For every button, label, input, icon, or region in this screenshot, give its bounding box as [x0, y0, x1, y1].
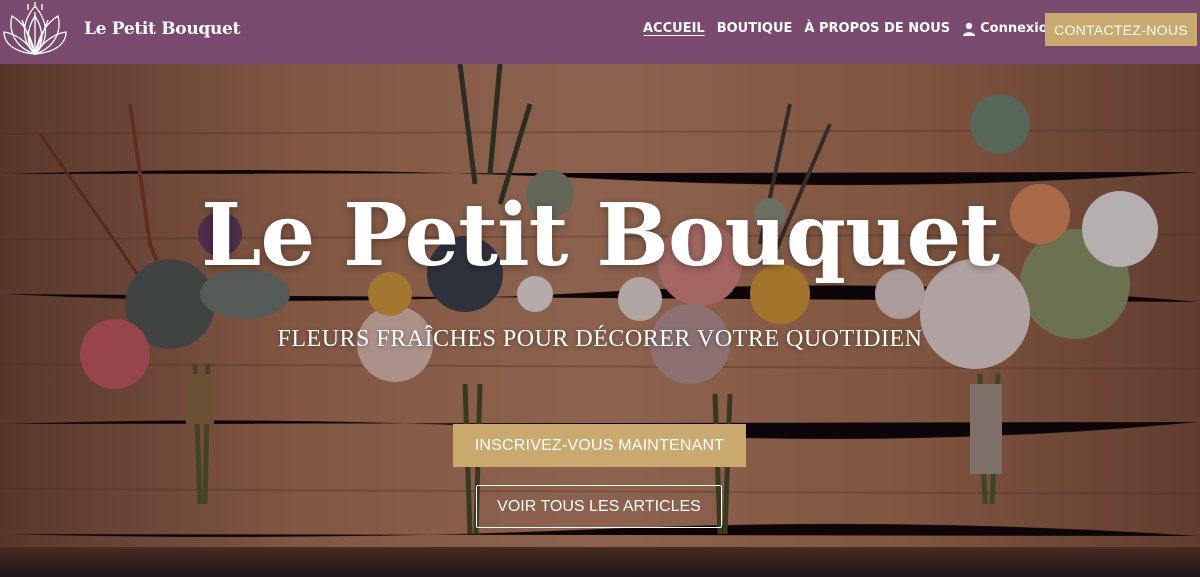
hero-subtitle: FLEURS FRAÎCHES POUR DÉCORER VOTRE QUOTI… [277, 326, 923, 352]
lotus-logo-icon[interactable] [2, 2, 68, 58]
nav-link-about[interactable]: À PROPOS DE NOUS [804, 21, 950, 36]
hero-section: Le Petit Bouquet FLEURS FRAÎCHES POUR DÉ… [0, 64, 1200, 577]
nav-link-login[interactable]: Connexion [962, 21, 1057, 36]
top-navbar: Le Petit Bouquet ACCUEIL BOUTIQUE À PROP… [0, 0, 1200, 64]
signup-button[interactable]: INSCRIVEZ-VOUS MAINTENANT [453, 424, 746, 467]
view-all-articles-button[interactable]: VOIR TOUS LES ARTICLES [476, 485, 722, 528]
contact-button[interactable]: CONTACTEZ-NOUS [1045, 13, 1197, 46]
main-nav: ACCUEIL BOUTIQUE À PROPOS DE NOUS Connex… [643, 21, 1069, 36]
hero-bottom-shade [0, 547, 1200, 577]
nav-link-home[interactable]: ACCUEIL [643, 21, 705, 36]
brand-name[interactable]: Le Petit Bouquet [84, 19, 240, 39]
hero-title: Le Petit Bouquet [201, 185, 1000, 286]
nav-link-shop[interactable]: BOUTIQUE [717, 21, 793, 36]
user-icon [963, 22, 976, 36]
